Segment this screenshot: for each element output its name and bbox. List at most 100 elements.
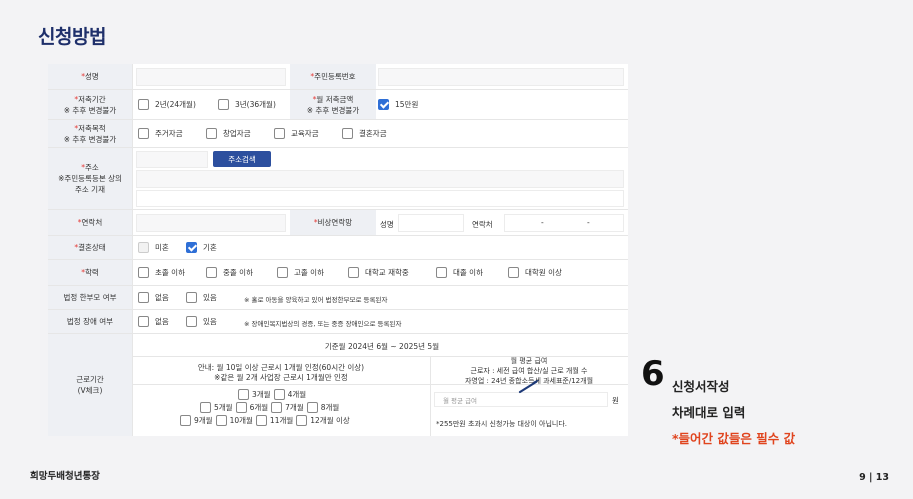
purpose-marriage[interactable]: 결혼자금: [342, 128, 387, 139]
disability-label: 법정 장애 여부: [48, 310, 132, 333]
phone-separator: -: [587, 218, 590, 227]
checkbox[interactable]: [342, 128, 353, 139]
application-form: *성명 *주민등록번호 *저축기간 ※ 추후 변경불가 2년(24개월) 3년(…: [48, 64, 628, 436]
checkbox[interactable]: [138, 267, 149, 278]
ssn-input[interactable]: [378, 68, 624, 86]
monthly-amount-option[interactable]: 15만원: [378, 99, 418, 110]
disability-no[interactable]: 없음: [138, 316, 169, 327]
marital-married[interactable]: 기혼: [186, 242, 217, 253]
saving-period-3y[interactable]: 3년(36개월): [218, 99, 276, 110]
checkbox[interactable]: [274, 128, 285, 139]
month-3[interactable]: 3개월: [252, 389, 271, 400]
month-11[interactable]: 11개월: [270, 415, 293, 426]
edu-college-enrolled[interactable]: 대학교 재학중: [348, 267, 409, 278]
checkbox[interactable]: [138, 242, 149, 253]
zipcode-input[interactable]: [136, 151, 208, 168]
ssn-label: *주민등록번호: [290, 64, 376, 89]
checkbox[interactable]: [436, 267, 447, 278]
row-education: *학력 초졸 이하 중졸 이하 고졸 이하 대학교 재학중 대졸 이하 대학원 …: [48, 260, 628, 286]
checkbox[interactable]: [273, 389, 285, 400]
monthly-amount-label: *월 저축금액 ※ 추후 변경불가: [290, 90, 376, 119]
name-input[interactable]: [136, 68, 286, 86]
purpose-housing[interactable]: 주거자금: [138, 128, 183, 139]
month-6[interactable]: 6개월: [250, 402, 269, 413]
saving-period-label: *저축기간 ※ 추후 변경불가: [48, 90, 132, 119]
saving-period-2y[interactable]: 2년(24개월): [138, 99, 196, 110]
checkbox[interactable]: [206, 128, 217, 139]
checkbox[interactable]: [138, 316, 149, 327]
work-guide: 안내: 월 10일 이상 근로시 1개월 인정(60시간 이상) ※같은 월 2…: [197, 363, 365, 382]
row-disability: 법정 장애 여부 없음 있음 ※ 장애인복지법상의 경증, 또는 중증 장애인으…: [48, 310, 628, 334]
checkbox[interactable]: [215, 415, 227, 426]
checkbox-checked[interactable]: [186, 242, 197, 253]
month-10[interactable]: 10개월: [230, 415, 253, 426]
step-instruction: 차례대로 입력: [672, 405, 746, 420]
address-detail-input[interactable]: [136, 190, 624, 207]
purpose-startup[interactable]: 창업자금: [206, 128, 251, 139]
address-input[interactable]: [136, 170, 624, 188]
disability-yes[interactable]: 있음: [186, 316, 217, 327]
checkbox[interactable]: [306, 402, 318, 413]
checkbox[interactable]: [200, 402, 211, 413]
checkbox[interactable]: [186, 316, 197, 327]
row-purpose: *저축목적 ※ 추후 변경불가 주거자금 창업자금 교육자금 결혼자금: [48, 120, 628, 148]
emergency-name-input[interactable]: [398, 214, 464, 232]
row-single-parent: 법정 한부모 여부 없음 있음 ※ 홀로 아동을 양육하고 있어 법정한부모로 …: [48, 286, 628, 310]
row-address: *주소 ※주민등록등본 상의 주소 기재 주소검색: [48, 148, 628, 210]
emergency-label: *비상연락망: [290, 210, 376, 235]
checkbox[interactable]: [255, 415, 267, 426]
contact-label: *연락처: [48, 210, 132, 235]
month-7[interactable]: 7개월: [285, 402, 304, 413]
month-9[interactable]: 9개월: [194, 415, 213, 426]
checkbox[interactable]: [277, 267, 288, 278]
purpose-label: *저축목적 ※ 추후 변경불가: [48, 120, 132, 147]
phone-separator: -: [541, 218, 544, 227]
required-note: *들어간 값들은 필수 값: [672, 431, 796, 446]
edu-elementary[interactable]: 초졸 이하: [138, 267, 185, 278]
checkbox[interactable]: [138, 292, 149, 303]
row-contact: *연락처 *비상연락망 성명 연락처 - -: [48, 210, 628, 236]
checkbox[interactable]: [206, 267, 217, 278]
month-5[interactable]: 5개월: [214, 402, 233, 413]
edu-college[interactable]: 대졸 이하: [436, 267, 483, 278]
checkbox[interactable]: [186, 292, 197, 303]
marital-label: *결혼상태: [48, 236, 132, 259]
checkbox[interactable]: [238, 389, 249, 400]
row-marital: *결혼상태 미혼 기혼: [48, 236, 628, 260]
divider: [132, 64, 133, 436]
checkbox[interactable]: [296, 415, 308, 426]
edu-middle[interactable]: 중졸 이하: [206, 267, 253, 278]
checkbox[interactable]: [508, 267, 519, 278]
checkbox[interactable]: [138, 99, 149, 110]
checkbox[interactable]: [348, 267, 359, 278]
edu-high[interactable]: 고졸 이하: [277, 267, 324, 278]
single-parent-no[interactable]: 없음: [138, 292, 169, 303]
checkbox[interactable]: [138, 128, 149, 139]
page-number: 9 | 13: [859, 472, 889, 483]
checkbox[interactable]: [180, 415, 191, 426]
single-parent-yes[interactable]: 있음: [186, 292, 217, 303]
avg-salary-placeholder: 월 평균 급여: [443, 397, 478, 405]
page-title: 신청방법: [38, 26, 106, 48]
row-saving-period: *저축기간 ※ 추후 변경불가 2년(24개월) 3년(36개월) *월 저축금…: [48, 90, 628, 120]
address-search-button[interactable]: 주소검색: [213, 151, 271, 167]
contact-input[interactable]: [136, 214, 286, 232]
marital-single[interactable]: 미혼: [138, 242, 169, 253]
emergency-name-label: 성명: [380, 220, 394, 229]
checkbox[interactable]: [218, 99, 229, 110]
month-options-row2: 5개월 6개월 7개월 8개월: [200, 402, 339, 413]
emergency-phone-input[interactable]: - -: [504, 214, 624, 232]
won-unit: 원: [612, 396, 619, 405]
month-12-plus[interactable]: 12개월 이상: [310, 415, 350, 426]
purpose-education[interactable]: 교육자금: [274, 128, 319, 139]
education-label: *학력: [48, 260, 132, 285]
work-period-label: 근로기간 (V체크): [48, 334, 132, 436]
checkbox-checked[interactable]: [378, 99, 389, 110]
checkbox[interactable]: [235, 402, 247, 413]
month-8[interactable]: 8개월: [321, 402, 340, 413]
emergency-phone-label: 연락처: [472, 220, 493, 229]
avg-salary-input[interactable]: 월 평균 급여: [434, 392, 608, 407]
month-4[interactable]: 4개월: [288, 389, 307, 400]
checkbox[interactable]: [271, 402, 283, 413]
edu-graduate[interactable]: 대학원 이상: [508, 267, 562, 278]
